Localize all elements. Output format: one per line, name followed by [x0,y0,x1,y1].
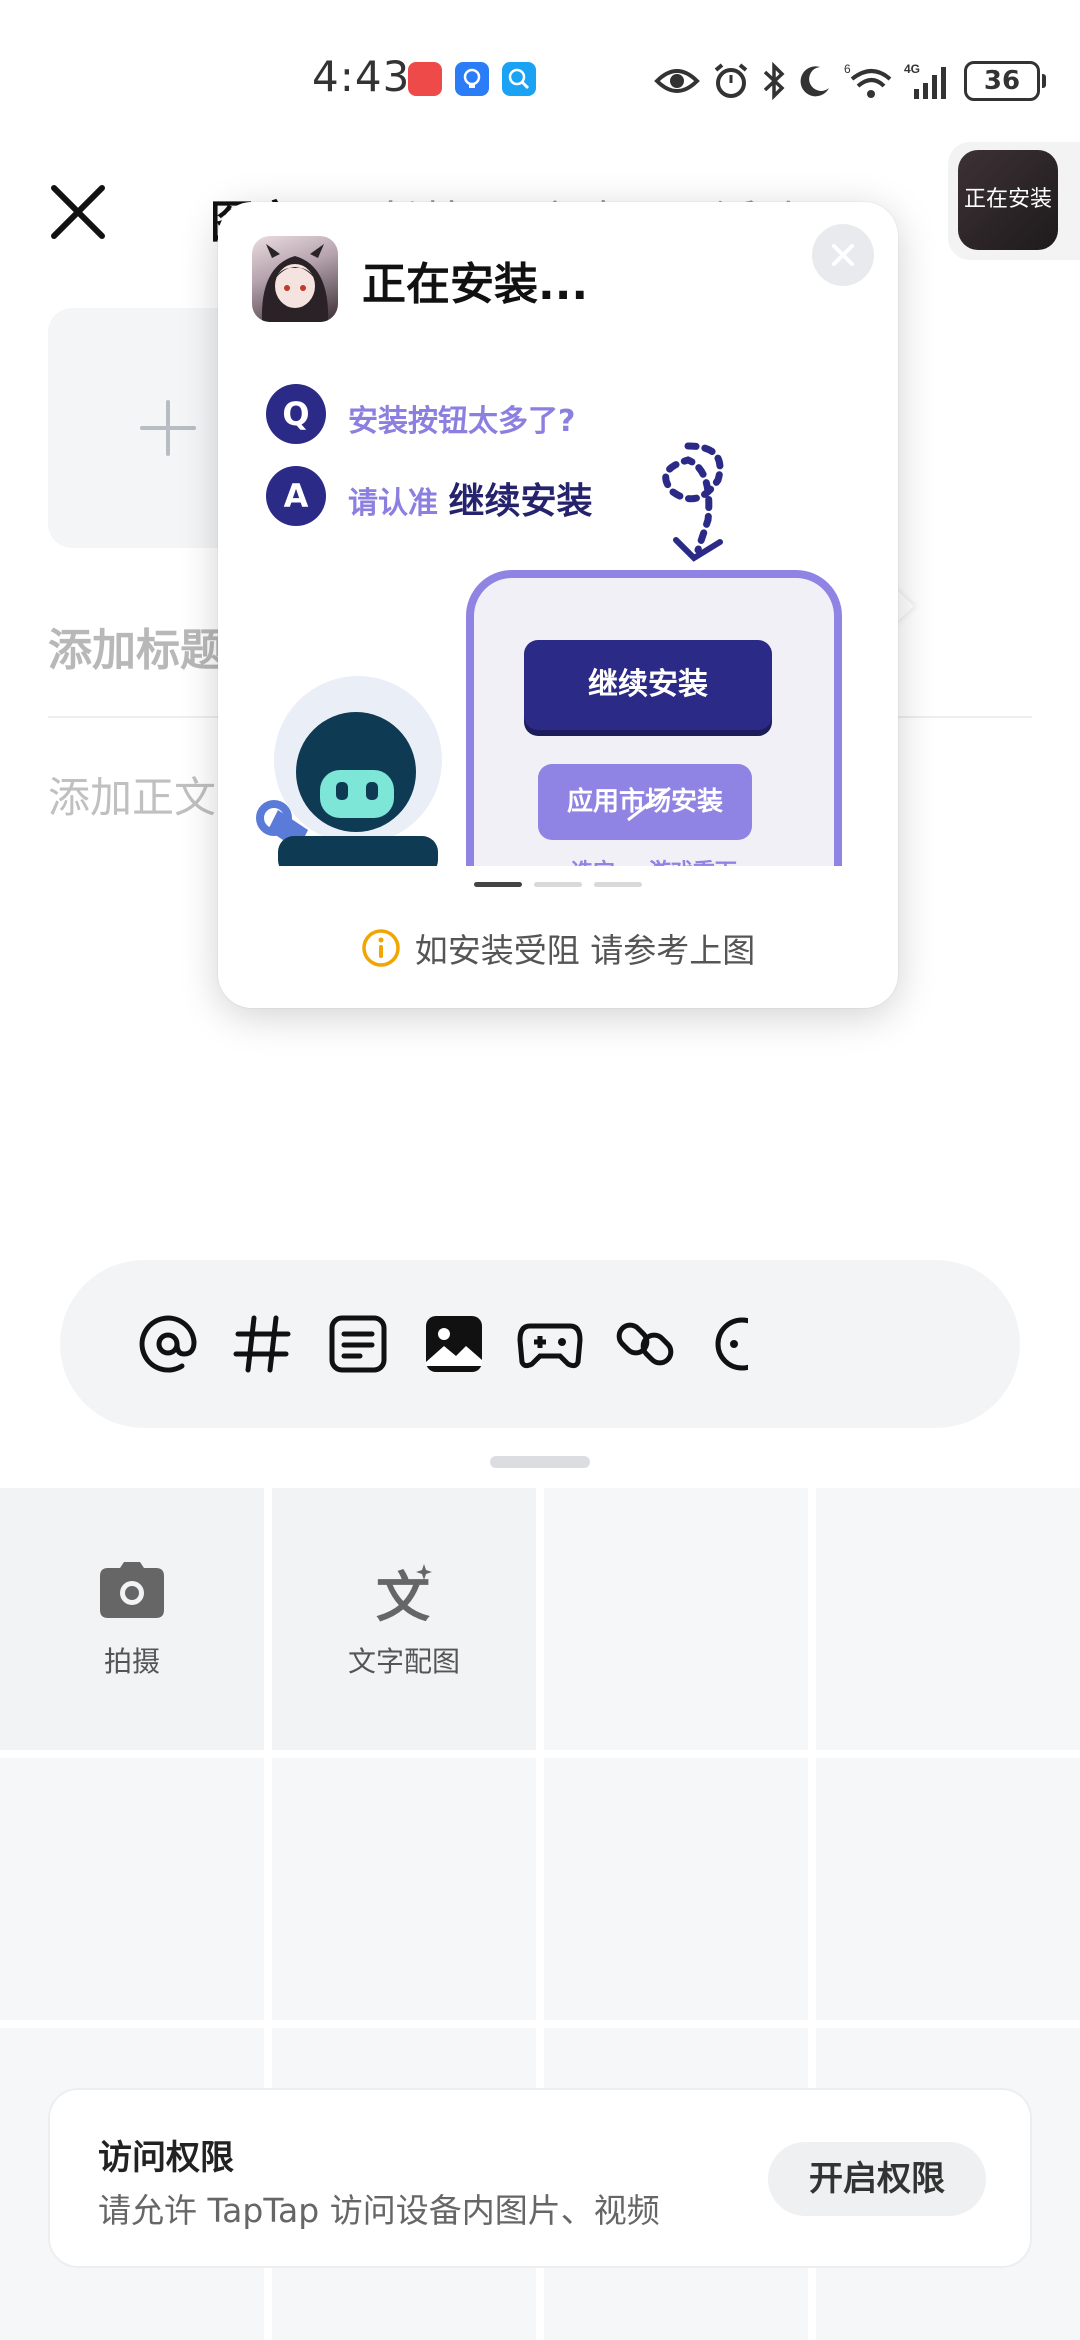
gamepad-icon[interactable] [516,1310,584,1378]
pagination-dot[interactable] [534,882,582,887]
svg-text:文: 文 [376,1566,430,1622]
status-time: 4:43 [312,52,411,101]
game-avatar [252,236,338,322]
at-icon[interactable] [134,1310,202,1378]
text-image-label: 文字配图 [347,1645,460,1678]
question-text: 安装按钮太多了? [348,404,576,439]
answer-prefix: 请认准 [348,486,438,521]
permission-card: 访问权限 请允许 TapTap 访问设备内图片、视频 开启权限 [48,2088,1032,2268]
svg-text:6: 6 [844,62,851,76]
battery-indicator: 36 [964,61,1046,101]
answer-emphasis: 继续安装 [448,481,593,522]
pagination-dot[interactable] [474,882,522,887]
gallery-cell[interactable] [816,1758,1080,2020]
plus-icon [140,400,196,456]
close-icon [832,244,854,266]
huawei-app-icon [408,62,442,96]
image-icon[interactable] [420,1310,488,1378]
camera-icon [100,1562,164,1618]
robot-mascot-icon [256,676,442,866]
close-button[interactable] [46,180,110,244]
drag-handle[interactable] [490,1456,590,1468]
gallery-cell[interactable] [544,1758,808,2020]
grant-permission-button[interactable]: 开启权限 [768,2142,986,2216]
svg-text:4G: 4G [904,62,920,76]
strike-icon [627,786,671,822]
text-image-icon: 文 [376,1564,432,1622]
compose-toolbar [60,1260,1020,1428]
alarm-icon [714,63,748,98]
question-badge: Q [266,384,326,444]
permission-description: 请允许 TapTap 访问设备内图片、视频 [98,2191,660,2230]
dashed-arrow-icon [662,442,724,562]
more-icon[interactable] [708,1310,748,1378]
signal-icon: 4G [904,62,946,99]
gallery-cell[interactable] [544,1488,808,1750]
status-bar: 4:43 6 4G 36 [0,0,1080,160]
info-icon [362,929,400,967]
permission-title: 访问权限 [98,2138,234,2178]
hashtag-icon[interactable] [228,1310,296,1378]
phone-mockup: 继续安装 应用市场安装 选它 = 游戏重下 [466,570,842,866]
pagination-dot[interactable] [594,882,642,887]
document-icon[interactable] [324,1310,392,1378]
gallery-cell[interactable] [816,1488,1080,1750]
gallery-cell[interactable] [272,1758,536,2020]
install-guide-illustration: Q 安装按钮太多了? A 请认准 继续安装 继续安装 应用市场安装 选它 = 游… [238,350,878,866]
status-icons: 6 4G 36 [654,56,1046,106]
eye-icon [654,69,700,93]
carousel-pagination [218,882,898,887]
answer-badge: A [266,466,326,526]
gallery-cell[interactable] [0,1758,264,2020]
close-icon [51,185,105,239]
bulb-app-icon [455,62,489,96]
text-image-cell[interactable]: 文 文字配图 [272,1488,536,1750]
popup-title: 正在安装... [362,259,589,310]
installing-chip-label: 正在安装 [958,150,1058,250]
search-app-icon [502,62,536,96]
popup-close-button[interactable] [812,224,874,286]
title-input[interactable]: 添加标题 [48,614,224,678]
body-input[interactable]: 添加正文 [48,764,216,825]
answer-text: 请认准 继续安装 [348,472,592,524]
camera-label: 拍摄 [103,1645,160,1678]
phone-note: 选它 = 游戏重下 [474,854,834,866]
installing-popup: 正在安装... Q 安装按钮太多了? A 请认准 继续安装 继续安装 应用市场安… [218,202,898,1008]
continue-install-sample: 继续安装 [524,640,772,730]
moon-icon [800,66,829,97]
camera-cell[interactable]: 拍摄 [0,1488,264,1750]
install-hint: 如安装受阻 请参考上图 [218,924,898,972]
link-icon[interactable] [612,1310,680,1378]
bluetooth-icon [763,62,785,100]
installing-chip[interactable]: 正在安装 [948,142,1080,260]
install-hint-text: 如安装受阻 请参考上图 [414,931,756,970]
wifi-icon: 6 [844,62,892,98]
